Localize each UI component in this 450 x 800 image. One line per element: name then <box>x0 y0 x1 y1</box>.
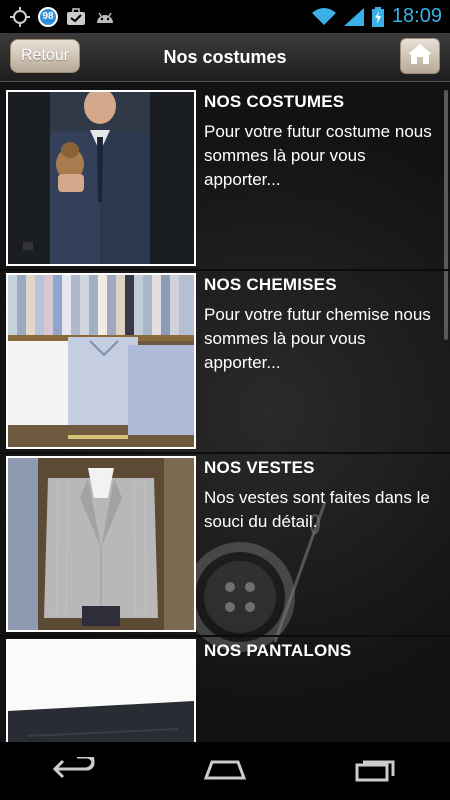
clock: 18:09 <box>391 5 442 27</box>
divider <box>0 635 450 637</box>
app-screen: 98 18:09 Retour Nos costumes NOS COSTUME… <box>0 0 450 800</box>
item-title: NOS VESTES <box>204 458 315 477</box>
list-item-costumes[interactable]: NOS COSTUMES Pour votre futur costume no… <box>6 90 442 268</box>
divider <box>0 452 450 454</box>
list-item-vestes[interactable]: NOS VESTES Nos vestes sont faites dans l… <box>6 456 442 634</box>
wifi-icon <box>311 7 336 26</box>
home-icon <box>407 42 433 71</box>
back-button[interactable]: Retour <box>10 39 80 73</box>
android-icon <box>94 9 116 25</box>
nav-home-button[interactable] <box>185 751 265 791</box>
signal-icon <box>343 7 364 26</box>
vestes-image <box>6 456 196 632</box>
status-bar: 98 18:09 <box>0 0 450 33</box>
battery-charging-icon <box>371 6 384 27</box>
home-icon <box>202 758 248 785</box>
briefcase-icon <box>66 7 86 26</box>
item-description: Pour votre futur chemise nous sommes là … <box>204 305 431 372</box>
scrollbar[interactable] <box>444 90 448 340</box>
costumes-image <box>6 90 196 266</box>
back-icon <box>52 751 97 786</box>
item-description: Nos vestes sont faites dans le souci du … <box>204 488 430 531</box>
notification-badge: 98 <box>38 6 58 27</box>
category-list-area[interactable]: NOS COSTUMES Pour votre futur costume no… <box>0 82 450 742</box>
nav-back-button[interactable] <box>35 751 115 791</box>
divider <box>0 269 450 271</box>
recent-apps-icon <box>353 756 397 787</box>
nav-recent-apps-button[interactable] <box>335 751 415 791</box>
item-title: NOS COSTUMES <box>204 92 345 111</box>
list-item-pantalons[interactable]: NOS PANTALONS <box>6 639 442 742</box>
item-description: Pour votre futur costume nous sommes là … <box>204 122 432 189</box>
item-title: NOS PANTALONS <box>204 641 352 660</box>
gps-icon <box>10 6 30 27</box>
home-button[interactable] <box>400 38 440 74</box>
page-title: Nos costumes <box>163 46 287 67</box>
pantalons-image <box>6 639 196 742</box>
chemises-image <box>6 273 196 449</box>
list-item-chemises[interactable]: NOS CHEMISES Pour votre futur chemise no… <box>6 273 442 451</box>
app-header: Retour Nos costumes <box>0 33 450 82</box>
system-nav-bar <box>0 742 450 800</box>
item-title: NOS CHEMISES <box>204 275 337 294</box>
